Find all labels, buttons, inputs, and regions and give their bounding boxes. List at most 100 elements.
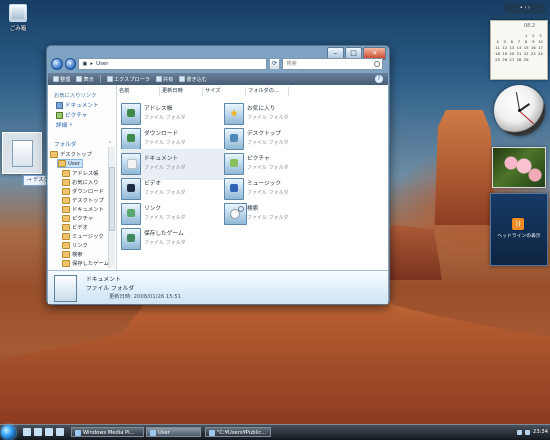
pictures-folder-icon — [224, 153, 244, 175]
back-button[interactable]: ‹ — [51, 58, 63, 70]
column-folder-path[interactable]: フォルダの... — [246, 87, 289, 96]
favorites-folder-icon — [62, 178, 70, 186]
downloads-folder-icon — [62, 187, 70, 195]
tree-item-favorites[interactable]: お気に入り — [62, 178, 99, 186]
link-badge — [127, 209, 135, 217]
favorite-more[interactable]: 詳細» — [56, 121, 73, 129]
navigation-scrollbar[interactable] — [108, 147, 115, 268]
feed-headlines-gadget[interactable]: )) ヘッドラインの表示 — [490, 193, 548, 266]
tree-item-label: 保存したゲーム — [72, 261, 108, 267]
item-type: ファイル フォルダ — [144, 165, 186, 171]
pictures-icon — [56, 111, 63, 119]
favorites-folder-icon — [224, 103, 244, 125]
item-name: ミュージック — [247, 181, 282, 187]
calendar-day — [530, 57, 537, 62]
calendar-grid: 1 2 3 4 5 6 7 8 9 10 11 12 13 14 15 16 17 18 19 20 21 22 23 24 2… — [494, 33, 544, 63]
pictures-folder-icon — [62, 214, 70, 222]
address-book-badge — [127, 109, 135, 117]
show-desktop-icon[interactable] — [23, 428, 31, 436]
file-item-saved-games[interactable]: 保存したゲーム ファイル フォルダ — [121, 224, 226, 255]
forward-button[interactable]: › — [64, 58, 77, 70]
tree-item-search[interactable]: 検索 — [62, 250, 83, 258]
toolbar-label: 書き込む — [186, 76, 208, 83]
refresh-button[interactable]: ⟳ — [268, 58, 281, 70]
tree-item-desktop[interactable]: デスクトップ — [50, 150, 92, 158]
calendar-day: 5 — [503, 39, 506, 44]
taskbar-button-media-player[interactable]: Windows Media Pl... — [71, 427, 144, 437]
search-input[interactable]: 検索 — [282, 58, 384, 70]
details-type: ファイル フォルダ — [86, 286, 135, 292]
item-type: ファイル フォルダ — [144, 115, 186, 121]
toolbar: 整理 表示 エクスプローラ 共有 書き込む ? — [48, 73, 388, 85]
clock-time[interactable]: 23:34 — [533, 429, 548, 435]
tree-item-address-book[interactable]: アドレス帳 — [62, 169, 99, 177]
toolbar-view[interactable]: 表示 — [76, 76, 94, 83]
column-size[interactable]: サイズ — [203, 87, 246, 96]
explorer-window[interactable]: – □ × ‹ › ▣ ▸ User ⟳ 検索 整理 表示 エクスプローラ 共有… — [46, 45, 390, 305]
tree-item-desktop-sub[interactable]: デスクトップ — [62, 196, 104, 204]
tree-item-videos[interactable]: ビデオ — [62, 223, 88, 231]
organize-icon — [53, 76, 59, 82]
tree-item-label: お気に入り — [72, 180, 99, 186]
taskbar-button-command[interactable]: "C:¥Users¥Public... — [205, 427, 271, 437]
tree-item-label: リンク — [72, 243, 88, 249]
toolbar-organize[interactable]: 整理 — [53, 76, 70, 83]
item-type: ファイル フォルダ — [247, 215, 289, 221]
tree-item-user[interactable]: User — [57, 159, 84, 168]
item-name: ドキュメント — [144, 156, 179, 162]
picture-badge — [230, 159, 238, 167]
burn-icon — [179, 76, 186, 82]
address-bar[interactable]: ▣ ▸ User — [78, 58, 267, 70]
details-modified: 更新日時: 2008/01/26 15:51 — [109, 294, 182, 300]
column-modified[interactable]: 更新日時 — [160, 87, 203, 96]
media-player-icon[interactable] — [56, 428, 64, 436]
recycle-bin-icon[interactable]: ごみ箱 — [4, 4, 32, 32]
tree-item-documents[interactable]: ドキュメント — [62, 205, 104, 213]
favorites-title: お気に入りリンク — [54, 93, 97, 99]
tree-item-label: デスクトップ — [60, 152, 92, 158]
file-item-search[interactable]: 検索ファイル フォルダ — [224, 199, 329, 230]
magnifier-icon — [230, 209, 240, 219]
toolbar-explorer[interactable]: エクスプローラ — [106, 76, 150, 83]
tree-item-music[interactable]: ミュージック — [62, 232, 104, 240]
network-icon[interactable] — [517, 429, 523, 435]
calendar-day: 2 — [532, 33, 535, 38]
volume-icon[interactable] — [525, 429, 531, 435]
item-name: 検索 — [247, 206, 259, 212]
document-badge — [127, 159, 137, 169]
calendar-gadget[interactable]: 08.2 1 2 3 4 5 6 7 8 9 10 11 12 13 14 15 16 17 18 19 20 21 22… — [490, 20, 548, 80]
calendar-day: 27 — [509, 57, 515, 62]
slideshow-gadget[interactable] — [492, 147, 546, 188]
music-folder-icon — [224, 178, 244, 200]
tree-item-saved-games[interactable]: 保存したゲーム — [62, 259, 108, 267]
folder-tree: デスクトップ User アドレス帳 お気に入り ダウンロード デスクトップ ドキ… — [49, 147, 108, 268]
calendar-day: 1 — [524, 33, 528, 38]
toolbar-label: 表示 — [83, 76, 94, 83]
toolbar-burn[interactable]: 書き込む — [179, 76, 207, 83]
toolbar-share[interactable]: 共有 — [155, 76, 174, 83]
links-folder-icon — [121, 203, 141, 225]
toolbar-label: 共有 — [162, 76, 174, 83]
tree-item-pictures[interactable]: ピクチャ — [62, 214, 93, 222]
column-name[interactable]: 名前 — [117, 87, 160, 96]
column-headers: 名前 更新日時 サイズ フォルダの... — [117, 87, 388, 96]
navigation-scroll-thumb[interactable] — [109, 167, 115, 231]
system-tray: 23:34 — [499, 427, 548, 437]
clock-gadget[interactable] — [494, 85, 545, 136]
desktop-folder-icon — [62, 196, 70, 204]
start-button[interactable] — [1, 425, 16, 440]
share-icon — [155, 76, 162, 82]
tree-item-links[interactable]: リンク — [62, 241, 88, 249]
favorite-documents[interactable]: ドキュメント — [56, 101, 99, 109]
switch-windows-icon[interactable] — [34, 428, 42, 436]
calendar-day: 13 — [509, 45, 515, 50]
calendar-day: 18 — [495, 51, 500, 56]
internet-explorer-icon[interactable] — [45, 428, 53, 436]
tree-item-downloads[interactable]: ダウンロード — [62, 187, 104, 195]
taskbar-button-user[interactable]: User — [146, 427, 201, 437]
favorite-pictures[interactable]: ピクチャ — [56, 111, 87, 119]
help-button[interactable]: ? — [375, 75, 383, 83]
calendar-day: 7 — [517, 39, 521, 44]
calendar-day: 20 — [509, 51, 515, 56]
gadget-controls[interactable]: • ‹ › — [504, 3, 546, 14]
